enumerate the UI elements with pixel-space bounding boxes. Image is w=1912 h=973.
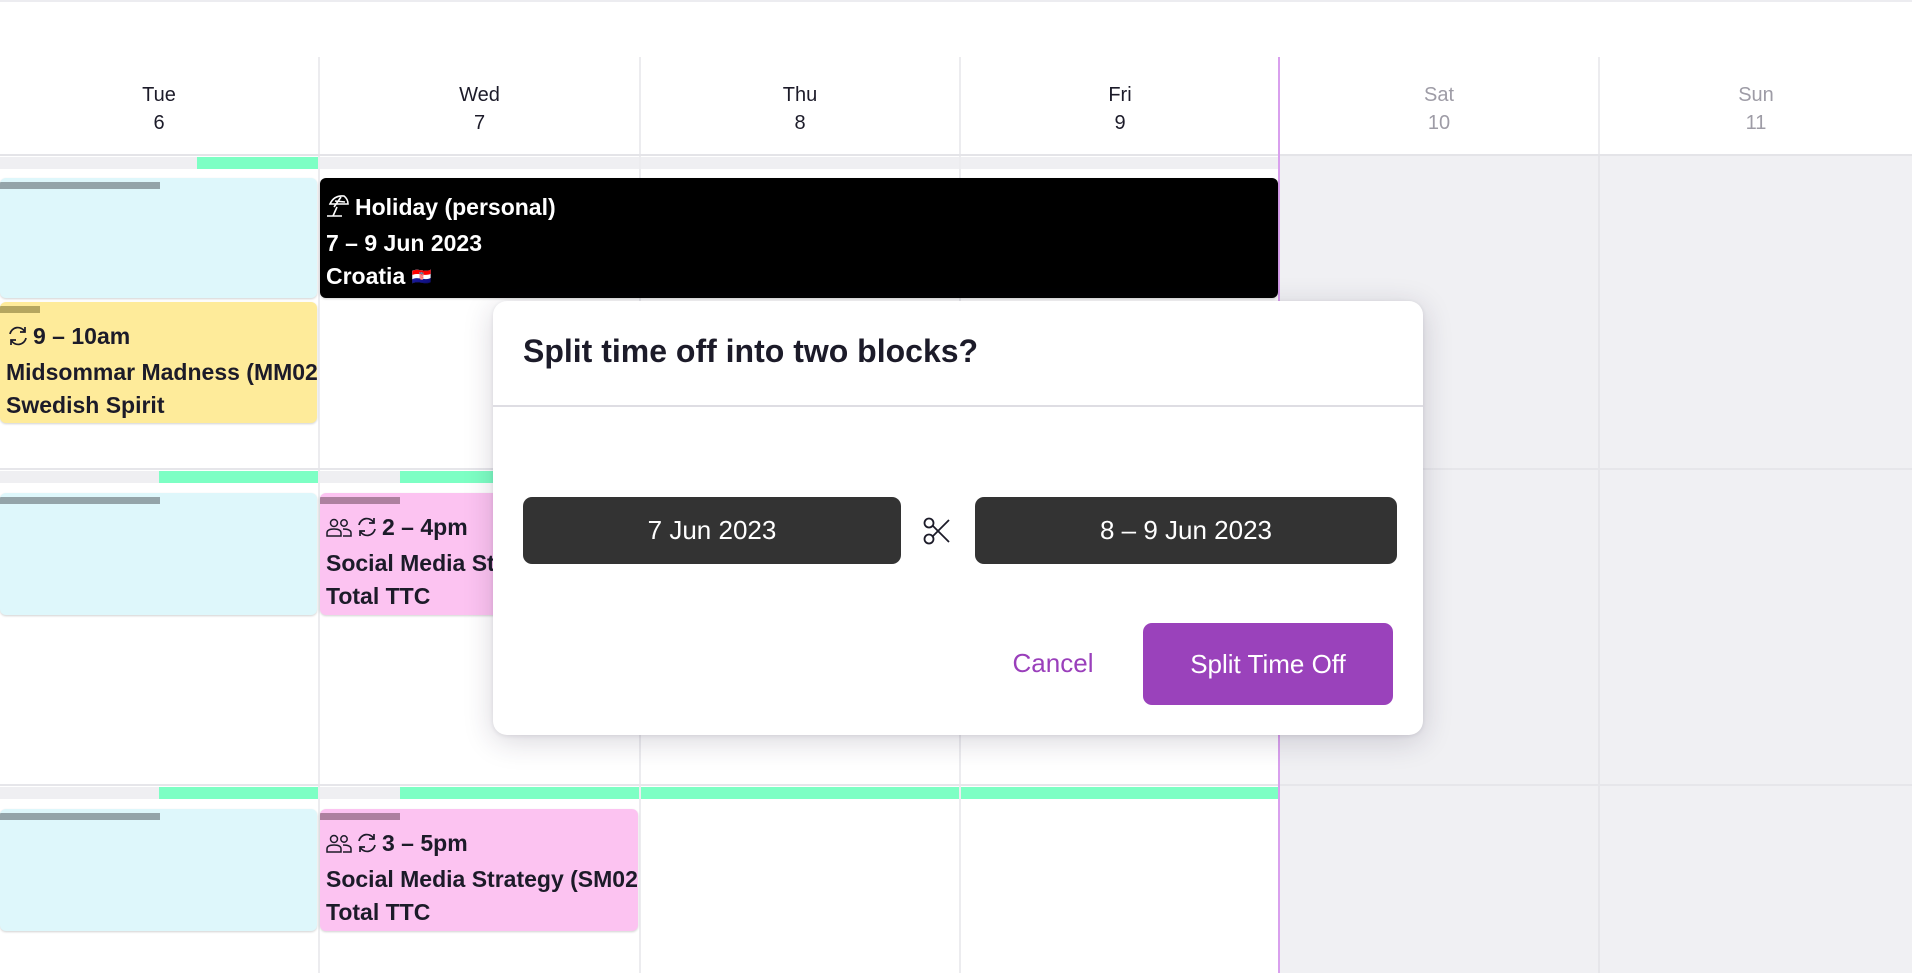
cancel-button[interactable]: Cancel: [988, 623, 1118, 703]
utilization-fill: [641, 787, 959, 799]
day-name: Wed: [459, 84, 500, 106]
event-title: Midsommar Madness (MM02: [6, 359, 317, 385]
assignment-block[interactable]: [0, 809, 317, 931]
event-title: Social Media Strategy (SM02: [326, 866, 638, 892]
utilization-fill: [961, 787, 1278, 799]
event-block-midsommar[interactable]: 9 – 10am Midsommar Madness (MM02 Swedish…: [0, 302, 317, 423]
day-cell-fri[interactable]: [961, 786, 1280, 973]
day-header-tue: Tue 6: [0, 57, 320, 155]
utilization-bar: [961, 787, 1278, 799]
event-time: 9 – 10am: [33, 323, 131, 349]
event-time-line: 3 – 5pm: [320, 827, 638, 863]
holiday-location: Croatia: [326, 263, 406, 289]
scissors-icon: [921, 515, 953, 547]
block-tag: [0, 497, 160, 504]
first-block-chip: 7 Jun 2023: [523, 497, 901, 564]
day-name: Fri: [1108, 84, 1132, 106]
row-divider: [0, 784, 1912, 786]
team-icon: [326, 830, 352, 863]
utilization-fill: [159, 471, 318, 483]
utilization-bar: [320, 157, 639, 169]
event-time: 3 – 5pm: [382, 830, 468, 856]
utilization-bar: [0, 471, 318, 483]
dialog-divider: [493, 405, 1423, 407]
day-header-wed: Wed 7: [320, 57, 641, 155]
split-time-off-dialog: Split time off into two blocks? 7 Jun 20…: [493, 301, 1423, 735]
day-header-fri: Fri 9: [961, 57, 1279, 155]
day-number: 7: [473, 112, 486, 134]
event-client: Total TTC: [326, 899, 431, 925]
assignment-block[interactable]: [0, 178, 317, 298]
holiday-location-line: Croatia 🇭🇷: [320, 260, 1278, 294]
utilization-fill: [399, 787, 639, 799]
event-client: Swedish Spirit: [6, 392, 165, 418]
day-header-thu: Thu 8: [641, 57, 961, 155]
recurring-icon: [355, 514, 379, 547]
croatia-flag-icon: 🇭🇷: [411, 269, 432, 286]
day-cell-sun[interactable]: [1600, 786, 1912, 973]
dialog-title: Split time off into two blocks?: [523, 333, 979, 369]
recurring-icon: [355, 830, 379, 863]
day-number: 9: [1114, 112, 1126, 134]
holiday-block[interactable]: Holiday (personal) 7 – 9 Jun 2023 Croati…: [320, 178, 1278, 298]
utilization-bar: [641, 787, 959, 799]
day-name: Sun: [1738, 84, 1774, 106]
day-number: 10: [1427, 112, 1451, 134]
day-cell-sun[interactable]: [1600, 156, 1912, 470]
block-tag: [0, 306, 40, 313]
beach-umbrella-icon: [326, 194, 352, 227]
holiday-title: Holiday (personal): [355, 194, 556, 220]
block-tag: [0, 182, 160, 189]
recurring-icon: [6, 323, 30, 356]
utilization-fill: [197, 157, 318, 169]
day-cell-thu[interactable]: [641, 786, 961, 973]
day-name: Thu: [782, 84, 818, 106]
block-tag: [320, 497, 400, 504]
day-name: Tue: [142, 84, 176, 106]
utilization-bar: [641, 157, 959, 169]
utilization-fill: [159, 787, 318, 799]
utilization-bar: [0, 787, 318, 799]
event-time: 2 – 4pm: [382, 514, 468, 540]
day-name: Sat: [1423, 84, 1455, 106]
holiday-title-line: Holiday (personal): [320, 191, 1278, 227]
utilization-bar: [961, 157, 1278, 169]
day-number: 6: [153, 112, 165, 134]
utilization-bar: [320, 787, 639, 799]
utilization-bar: [0, 157, 318, 169]
split-time-off-button[interactable]: Split Time Off: [1143, 623, 1393, 705]
block-tag: [320, 813, 400, 820]
block-tag: [0, 813, 160, 820]
event-block-social-media-2[interactable]: 3 – 5pm Social Media Strategy (SM02 Tota…: [320, 809, 638, 931]
holiday-dates: 7 – 9 Jun 2023: [326, 230, 482, 256]
team-icon: [326, 514, 352, 547]
top-border: [0, 0, 1912, 2]
second-block-chip: 8 – 9 Jun 2023: [975, 497, 1397, 564]
event-time-line: 9 – 10am: [0, 320, 317, 356]
day-cell-sat[interactable]: [1280, 786, 1600, 973]
assignment-block[interactable]: [0, 493, 317, 615]
day-cell-sun[interactable]: [1600, 470, 1912, 786]
day-number: 11: [1745, 112, 1767, 134]
day-header-sun: Sun 11: [1600, 57, 1912, 155]
day-header-sat: Sat 10: [1280, 57, 1600, 155]
day-number: 8: [794, 112, 806, 134]
